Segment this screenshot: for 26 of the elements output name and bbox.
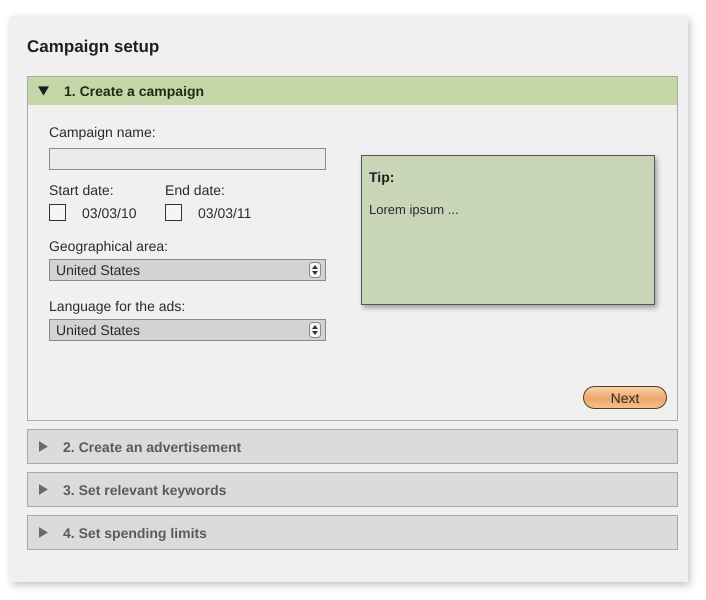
dropdown-select[interactable]: United States [49, 259, 326, 281]
tip-text: Lorem ipsum ... [369, 202, 460, 217]
date-text: 03/03/11 [198, 204, 252, 220]
dropdown-select[interactable]: United States [49, 319, 326, 341]
right-triangle-icon [39, 527, 48, 538]
page-title: Campaign setup [27, 36, 160, 58]
next-button[interactable]: Next [583, 386, 667, 409]
right-triangle-icon [39, 441, 48, 452]
field-label: Language for the ads: [49, 298, 186, 315]
down-triangle-icon [38, 86, 49, 96]
date-text: 03/03/10 [82, 204, 136, 220]
field-label: End date: [165, 182, 226, 199]
text-input-field[interactable] [49, 148, 326, 170]
section-header[interactable]: 2. Create an advertisement [27, 429, 678, 464]
section-header[interactable]: 1. Create a campaign [28, 77, 677, 105]
field-label: Start date: [49, 182, 115, 199]
field-label: Geographical area: [49, 238, 170, 255]
stepper-arrows-icon [309, 322, 321, 338]
stepper-arrows-icon [309, 262, 321, 278]
checkbox[interactable] [165, 204, 182, 221]
checkbox[interactable] [49, 204, 66, 221]
tip-title: Tip: [369, 169, 396, 185]
section-header[interactable]: 3. Set relevant keywords [27, 472, 678, 507]
field-label: Campaign name: [49, 124, 157, 141]
section-header[interactable]: 4. Set spending limits [27, 515, 678, 550]
right-triangle-icon [39, 484, 48, 495]
